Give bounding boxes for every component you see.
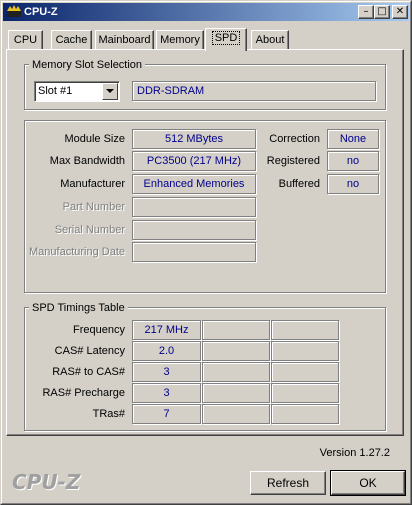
timing-cell-empty <box>271 341 339 361</box>
tab-label: SPD <box>211 31 241 45</box>
buffered-label: Buffered <box>278 178 320 190</box>
slot-select-dropdown[interactable]: Slot #1 <box>34 81 120 102</box>
spd-timings-title: SPD Timings Table <box>29 301 128 315</box>
timing-cell-empty <box>202 320 270 340</box>
memory-type-field: DDR-SDRAM <box>132 81 376 101</box>
memory-slot-selection-title: Memory Slot Selection <box>29 58 146 72</box>
cas-latency-label: CAS# Latency <box>54 345 125 357</box>
tab-cpu[interactable]: CPU <box>8 30 43 50</box>
close-button[interactable]: ✕ <box>392 5 408 19</box>
tab-mainboard[interactable]: Mainboard <box>95 30 154 50</box>
ok-button[interactable]: OK <box>330 470 406 496</box>
tab-cache[interactable]: Cache <box>51 30 92 50</box>
tab-label: Cache <box>55 34 88 46</box>
buffered-field: no <box>327 174 379 194</box>
ras-to-cas-label: RAS# to CAS# <box>52 366 125 378</box>
serial-number-field <box>132 220 256 240</box>
correction-field: None <box>327 129 379 149</box>
part-number-label: Part Number <box>62 201 125 213</box>
correction-label: Correction <box>269 133 320 145</box>
manufacturing-date-label: Manufacturing Date <box>29 246 125 258</box>
manufacturing-date-field <box>132 242 256 262</box>
timing-cell-empty <box>271 383 339 403</box>
dropdown-button[interactable] <box>102 83 118 100</box>
module-size-field: 512 MBytes <box>132 129 256 149</box>
part-number-field <box>132 197 256 217</box>
chevron-down-icon <box>106 89 114 93</box>
timing-cell-empty <box>271 362 339 382</box>
cpu-z-app-icon <box>7 5 21 17</box>
tab-about[interactable]: About <box>251 30 289 50</box>
minimize-icon: – <box>363 6 369 17</box>
timing-cell-empty <box>202 362 270 382</box>
module-size-label: Module Size <box>64 133 125 145</box>
tab-label: CPU <box>13 34 38 46</box>
ras-precharge-value: 3 <box>132 383 201 403</box>
timing-cell-empty <box>271 320 339 340</box>
tab-memory[interactable]: Memory <box>156 30 204 50</box>
cpu-z-logo: CPU-Z <box>12 470 81 494</box>
tab-label: About <box>255 34 285 46</box>
frequency-value: 217 MHz <box>132 320 201 340</box>
manufacturer-label: Manufacturer <box>60 178 125 190</box>
tab-label: Mainboard <box>98 34 151 46</box>
maximize-button[interactable]: □ <box>374 5 390 19</box>
frequency-label: Frequency <box>73 324 125 336</box>
tab-spd[interactable]: SPD <box>205 28 247 51</box>
title-bar[interactable] <box>3 3 409 21</box>
close-icon: ✕ <box>395 6 405 17</box>
cas-latency-value: 2.0 <box>132 341 201 361</box>
timing-cell-empty <box>271 404 339 424</box>
minimize-button[interactable]: – <box>358 5 374 19</box>
tras-value: 7 <box>132 404 201 424</box>
max-bandwidth-field: PC3500 (217 MHz) <box>132 151 256 171</box>
max-bandwidth-label: Max Bandwidth <box>49 155 125 167</box>
timing-cell-empty <box>202 404 270 424</box>
ras-to-cas-value: 3 <box>132 362 201 382</box>
maximize-icon: □ <box>377 6 387 17</box>
timing-cell-empty <box>202 341 270 361</box>
tras-label: TRas# <box>92 408 125 420</box>
slot-select-value: Slot #1 <box>38 85 73 97</box>
ras-precharge-label: RAS# Precharge <box>42 387 125 399</box>
registered-label: Registered <box>266 155 320 167</box>
refresh-button[interactable]: Refresh <box>250 471 326 495</box>
registered-field: no <box>327 151 379 171</box>
tab-label: Memory <box>160 34 200 46</box>
version-text: Version 1.27.2 <box>319 447 390 459</box>
window-title: CPU-Z <box>24 6 58 18</box>
manufacturer-field: Enhanced Memories <box>132 174 256 194</box>
serial-number-label: Serial Number <box>54 224 125 236</box>
timing-cell-empty <box>202 383 270 403</box>
